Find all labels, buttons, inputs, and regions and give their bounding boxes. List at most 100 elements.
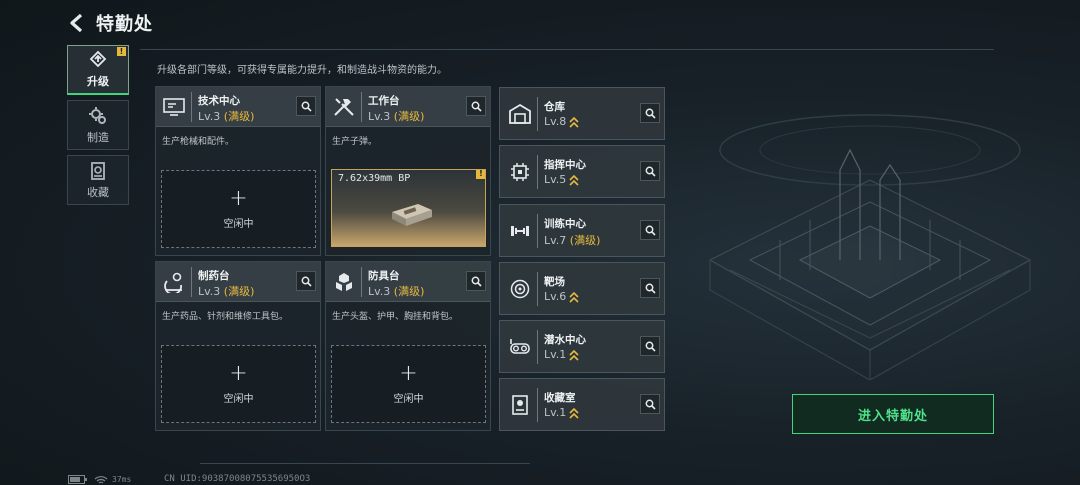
station-card-armor-bench[interactable]: 防具台 Lv.3 (满级) 生产头盔、护甲、胸挂和背包。 + 空闲中 (325, 261, 491, 431)
tab-craft[interactable]: 制造 (67, 100, 129, 150)
facility-row-training-center[interactable]: 训练中心 Lv.7 (满级) (499, 204, 665, 257)
idle-slot[interactable]: + 空闲中 (331, 345, 486, 423)
facility-name: 收藏室 (544, 392, 576, 404)
card-header: 防具台 Lv.3 (满级) (326, 262, 490, 302)
station-description: 生产头盔、护甲、胸挂和背包。 (332, 312, 459, 322)
search-icon (645, 225, 656, 236)
station-name: 工作台 (368, 95, 400, 107)
page-title: 特勤处 (96, 14, 153, 35)
station-card-pharmacy[interactable]: 制药台 Lv.3 (满级) 生产药品、针剂和维修工具包。 + 空闲中 (155, 261, 321, 431)
inspect-button[interactable] (640, 161, 660, 181)
facility-name: 潜水中心 (544, 334, 586, 346)
inspect-button[interactable] (640, 278, 660, 298)
enter-special-ops-button[interactable]: 进入特勤处 (792, 394, 994, 434)
search-icon (645, 166, 656, 177)
tab-alert-badge: ! (117, 47, 126, 56)
upgrade-available-icon (569, 116, 579, 128)
level-value: Lv.6 (544, 290, 567, 303)
search-icon (645, 108, 656, 119)
search-icon (645, 399, 656, 410)
tab-collection[interactable]: 收藏 (67, 155, 129, 205)
search-icon (471, 276, 482, 287)
ping-value: 37ms (112, 475, 132, 484)
facility-row-collection-room[interactable]: 收藏室 Lv.1 (499, 378, 665, 431)
status-bar: 37ms (68, 474, 131, 485)
level-value: Lv.3 (368, 285, 391, 298)
card-header: 技术中心 Lv.3 (满级) (156, 87, 320, 127)
idle-slot[interactable]: + 空闲中 (161, 345, 316, 423)
inspect-button[interactable] (296, 271, 316, 291)
facility-row-command-center[interactable]: 指挥中心 Lv.5 (499, 145, 665, 198)
tech-center-icon (160, 93, 188, 121)
station-name: 制药台 (198, 270, 230, 282)
row-divider (537, 155, 538, 189)
pharmacy-icon (160, 268, 188, 296)
card-header: 制药台 Lv.3 (满级) (156, 262, 320, 302)
back-arrow-icon[interactable] (66, 12, 88, 34)
level-value: Lv.3 (368, 110, 391, 123)
level-value: Lv.3 (198, 285, 221, 298)
user-uid: CN UID:903870080755356950O3 (164, 474, 311, 484)
card-divider (361, 267, 362, 297)
facility-name: 仓库 (544, 101, 565, 113)
station-card-workbench[interactable]: 工作台 Lv.3 (满级) 生产子弹。 7.62x39mm BP ! (325, 86, 491, 256)
station-name: 防具台 (368, 270, 400, 282)
max-level-tag: (满级) (393, 285, 425, 298)
max-level-tag: (满级) (223, 110, 255, 123)
station-level: Lv.3 (满级) (368, 283, 424, 299)
row-divider (537, 330, 538, 364)
section-description: 升级各部门等级，可获得专属能力提升，和制造战斗物资的能力。 (157, 65, 447, 76)
level-value: Lv.8 (544, 115, 567, 128)
row-divider (537, 214, 538, 248)
tab-collection-label: 收藏 (87, 185, 109, 199)
footer-divider (200, 463, 530, 464)
workbench-icon (330, 93, 358, 121)
upgrade-available-icon (569, 407, 579, 419)
station-description: 生产药品、针剂和维修工具包。 (162, 312, 289, 322)
level-value: Lv.1 (544, 348, 567, 361)
level-value: Lv.1 (544, 406, 567, 419)
inspect-button[interactable] (640, 394, 660, 414)
row-divider (537, 97, 538, 131)
header-divider (140, 49, 994, 50)
facility-level: Lv.1 (544, 348, 579, 361)
search-icon (301, 101, 312, 112)
search-icon (301, 276, 312, 287)
station-description: 生产枪械和配件。 (162, 137, 235, 147)
inspect-button[interactable] (640, 220, 660, 240)
inspect-button[interactable] (296, 96, 316, 116)
search-icon (471, 101, 482, 112)
side-tabs: ! 升级 制造 收藏 (67, 45, 129, 210)
slot-status: 空闲中 (223, 218, 254, 230)
facility-name: 靶场 (544, 276, 565, 288)
command-center-icon (505, 157, 535, 187)
inspect-button[interactable] (640, 336, 660, 356)
facility-level: Lv.7 (满级) (544, 232, 600, 248)
product-name: 7.62x39mm BP (338, 173, 411, 184)
level-value: Lv.3 (198, 110, 221, 123)
facility-row-shooting-range[interactable]: 靶场 Lv.6 (499, 262, 665, 315)
row-divider (537, 388, 538, 422)
upgrade-available-icon (569, 349, 579, 361)
tab-upgrade[interactable]: ! 升级 (67, 45, 129, 95)
facility-level: Lv.8 (544, 115, 579, 128)
inspect-button[interactable] (640, 103, 660, 123)
inspect-button[interactable] (466, 271, 486, 291)
tab-upgrade-label: 升级 (87, 75, 109, 88)
warehouse-icon (505, 99, 535, 129)
production-slot[interactable]: 7.62x39mm BP ! (331, 169, 486, 247)
station-card-tech-center[interactable]: 技术中心 Lv.3 (满级) 生产枪械和配件。 + 空闲中 (155, 86, 321, 256)
facility-level: Lv.5 (544, 173, 579, 186)
max-level-tag: (满级) (223, 285, 255, 298)
level-value: Lv.5 (544, 173, 567, 186)
facility-name: 指挥中心 (544, 159, 586, 171)
station-level: Lv.3 (满级) (198, 283, 254, 299)
header: 特勤处 (66, 10, 153, 36)
idle-slot[interactable]: + 空闲中 (161, 170, 316, 248)
inspect-button[interactable] (466, 96, 486, 116)
training-center-icon (505, 216, 535, 246)
row-divider (537, 272, 538, 306)
facility-row-warehouse[interactable]: 仓库 Lv.8 (499, 87, 665, 140)
facility-row-diving-center[interactable]: 潜水中心 Lv.1 (499, 320, 665, 373)
battery-icon (68, 475, 87, 484)
